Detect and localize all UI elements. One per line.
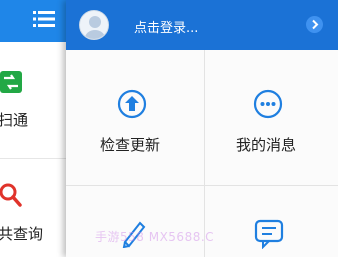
left-menu-label: 共查询 — [0, 225, 44, 243]
message-icon — [254, 219, 284, 249]
share-icon — [0, 71, 22, 93]
search-icon — [0, 183, 22, 207]
drawer-header[interactable]: 点击登录... — [66, 0, 338, 50]
chat-bubble-icon — [253, 89, 283, 119]
main-screen-partial: 扫通 共查询 — [0, 0, 68, 257]
chevron-right-icon[interactable] — [306, 16, 323, 33]
upload-arrow-icon — [117, 89, 147, 119]
left-menu-label: 扫通 — [0, 111, 29, 129]
grid-item-label: 我的消息 — [236, 136, 297, 154]
grid-item-feedback[interactable] — [66, 186, 204, 257]
main-toolbar — [0, 0, 68, 42]
divider — [0, 158, 68, 159]
grid-item-my-messages[interactable]: 我的消息 — [205, 50, 338, 185]
login-prompt[interactable]: 点击登录... — [134, 17, 198, 36]
grid-item-label: 检查更新 — [100, 136, 161, 154]
list-menu-icon[interactable] — [33, 9, 55, 29]
avatar-icon[interactable] — [79, 10, 109, 40]
left-menu-item-query[interactable]: 共查询 — [0, 175, 68, 257]
grid-item-check-update[interactable]: 检查更新 — [66, 50, 204, 185]
side-drawer: 点击登录... 检查更新 我的消息 — [66, 0, 338, 257]
watermark: 手游558 MX5688.C — [95, 230, 215, 244]
left-menu-item-scan[interactable]: 扫通 — [0, 60, 68, 140]
grid-item-message[interactable] — [205, 186, 338, 257]
